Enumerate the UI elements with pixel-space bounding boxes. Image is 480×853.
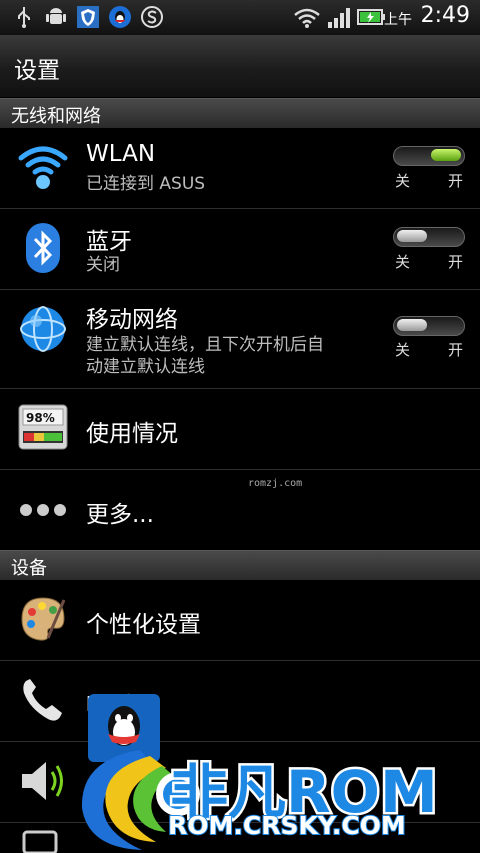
- settings-item-usage[interactable]: 98% 使用情况: [0, 389, 480, 470]
- status-ampm: 上午: [384, 12, 412, 28]
- bluetooth-toggle[interactable]: [393, 227, 465, 247]
- mobile-network-toggle[interactable]: [393, 316, 465, 336]
- watermark-text: romzj.com: [248, 478, 303, 489]
- item-title: 蓝牙: [86, 229, 132, 255]
- qq-icon: [109, 6, 131, 28]
- item-subtitle: 关闭: [86, 255, 120, 275]
- display-icon: [22, 830, 58, 853]
- settings-item-more[interactable]: 更多...: [0, 470, 480, 549]
- logo-url: ROM.CRSKY.COM: [168, 811, 406, 840]
- item-title: 使用情况: [86, 421, 178, 447]
- s-icon: [141, 6, 163, 28]
- toggle-off-label: 关: [395, 253, 411, 271]
- item-subtitle-line1: 建立默认连线，且下次开机后自: [86, 335, 324, 355]
- item-title: WLAN: [86, 141, 156, 167]
- battery-icon: [357, 9, 385, 25]
- status-bar: 上午 2:49: [0, 0, 480, 35]
- toggle-on-label: 开: [448, 341, 464, 359]
- android-debug-icon: [46, 8, 66, 24]
- settings-item-bluetooth[interactable]: 蓝牙 关闭 关 开: [0, 209, 480, 290]
- item-title: 更多...: [86, 502, 154, 528]
- item-subtitle-line2: 动建立默认连线: [86, 357, 205, 377]
- speaker-icon: [22, 762, 63, 800]
- settings-item-personalize[interactable]: 个性化设置: [0, 580, 480, 661]
- usb-icon: [18, 7, 30, 28]
- wlan-toggle[interactable]: [393, 146, 465, 166]
- item-title: 个性化设置: [86, 612, 201, 638]
- title-bar: 设置: [0, 35, 480, 98]
- section-header-device: 设备: [0, 550, 480, 580]
- toggle-off-label: 关: [395, 172, 411, 190]
- rom-logo-watermark: 非凡ROM ROM.CRSKY.COM: [81, 694, 440, 850]
- palette-icon: [21, 597, 66, 641]
- toggle-on-label: 开: [448, 253, 464, 271]
- phone-icon: [23, 679, 62, 721]
- globe-icon: [20, 306, 66, 352]
- wifi-icon: [294, 8, 320, 28]
- usage-percent-text: 98%: [26, 411, 55, 425]
- toggle-off-label: 关: [395, 341, 411, 359]
- section-label: 设备: [11, 558, 47, 579]
- status-time: 2:49: [420, 3, 470, 28]
- bluetooth-icon: [26, 223, 60, 273]
- settings-item-mobile-network[interactable]: 移动网络 建立默认连线，且下次开机后自 动建立默认连线 关 开: [0, 290, 480, 389]
- settings-item-wlan[interactable]: WLAN 已连接到 ASUS 关 开: [0, 128, 480, 209]
- section-header-wireless: 无线和网络: [0, 98, 480, 128]
- item-subtitle: 已连接到 ASUS: [86, 174, 206, 194]
- signal-icon: [328, 8, 350, 28]
- page-title: 设置: [14, 58, 60, 84]
- item-title: 移动网络: [86, 307, 178, 333]
- toggle-on-label: 开: [448, 172, 464, 190]
- section-label: 无线和网络: [11, 106, 101, 127]
- wifi-icon: [18, 146, 68, 189]
- usage-meter-icon: 98%: [18, 404, 68, 450]
- shield-icon: [77, 6, 99, 28]
- more-dots-icon: [20, 504, 66, 516]
